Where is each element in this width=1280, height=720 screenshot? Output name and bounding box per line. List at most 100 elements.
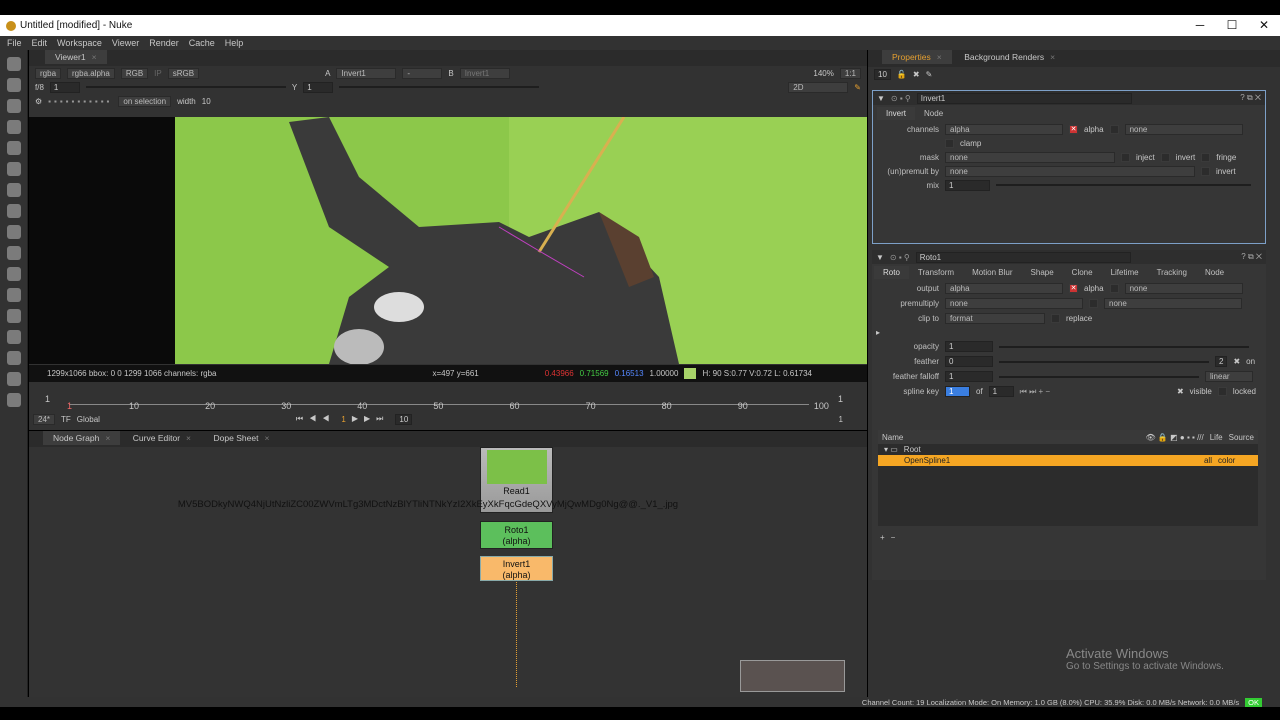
views-tool-icon[interactable] <box>6 267 21 281</box>
max-panels-field[interactable]: 10 <box>874 68 891 80</box>
gain-slider[interactable] <box>85 86 286 88</box>
gain-field[interactable]: 1 <box>49 81 80 93</box>
timeline-in[interactable]: 1 <box>45 394 50 404</box>
menu-workspace[interactable]: Workspace <box>57 36 102 50</box>
locked-checkbox[interactable] <box>1217 387 1227 396</box>
tab-dope-sheet[interactable]: Dope Sheet × <box>204 431 280 445</box>
image-tool-icon[interactable] <box>6 57 21 71</box>
close-icon[interactable]: × <box>92 52 97 62</box>
menu-edit[interactable]: Edit <box>32 36 48 50</box>
viewer-canvas[interactable] <box>29 116 867 365</box>
falloff-type-dropdown[interactable]: linear <box>1205 371 1253 382</box>
remove-shape-button[interactable]: − <box>891 533 896 542</box>
node-graph-canvas[interactable]: Read1 MV5BODkyNWQ4NjUtNzliZC00ZWVmLTg3MD… <box>29 447 867 697</box>
lock-icon[interactable]: 🔓 <box>897 70 907 79</box>
premult-dropdown[interactable]: none <box>945 165 1195 177</box>
collapse-icon[interactable]: ▼ <box>877 94 885 103</box>
minimize-button[interactable]: ─ <box>1184 15 1216 36</box>
list-item[interactable]: ▾ ▭ Root <box>878 444 1258 455</box>
mix-field[interactable]: 1 <box>945 179 990 191</box>
tab-motion-blur[interactable]: Motion Blur <box>963 266 1021 279</box>
menu-viewer[interactable]: Viewer <box>112 36 139 50</box>
tab-curve-editor[interactable]: Curve Editor × <box>123 431 201 445</box>
menu-cache[interactable]: Cache <box>189 36 215 50</box>
keyer-tool-icon[interactable] <box>6 183 21 197</box>
display-dropdown[interactable]: RGB <box>120 67 149 79</box>
roto-node[interactable]: Roto1 (alpha) <box>480 521 553 549</box>
inject-checkbox[interactable] <box>1121 152 1130 162</box>
view-mode-dropdown[interactable]: 2D <box>788 81 849 93</box>
input-a-dropdown[interactable]: Invert1 <box>336 67 397 79</box>
clear-panels-icon[interactable]: ✖ <box>913 70 920 79</box>
ratio-dropdown[interactable]: 1:1 <box>839 67 861 79</box>
tab-invert[interactable]: Invert <box>877 107 916 120</box>
feather-slider[interactable] <box>999 360 1209 363</box>
collapse-icon[interactable]: ▼ <box>876 253 884 262</box>
tab-tracking[interactable]: Tracking <box>1148 266 1196 279</box>
transport-forward-buttons[interactable]: ▶▶⏭ <box>352 414 390 424</box>
other-tool-icon[interactable] <box>6 330 21 344</box>
fringe-checkbox[interactable] <box>1201 152 1211 162</box>
clamp-checkbox[interactable] <box>945 138 954 148</box>
edit-icon[interactable]: ✎ <box>926 70 933 79</box>
current-frame-marker[interactable]: 1 <box>67 401 72 411</box>
node-name-field[interactable]: Roto1 <box>915 251 1131 263</box>
opacity-slider[interactable] <box>999 345 1249 348</box>
tab-clone[interactable]: Clone <box>1063 266 1102 279</box>
opacity-field[interactable]: 1 <box>945 341 993 352</box>
transform-tool-icon[interactable] <box>6 225 21 239</box>
maximize-button[interactable]: ☐ <box>1216 15 1248 36</box>
premult-invert-checkbox[interactable] <box>1201 166 1210 176</box>
settings-tool-icon[interactable] <box>6 393 21 407</box>
output-dropdown[interactable]: alpha <box>945 283 1063 294</box>
timeline-out[interactable]: 1 <box>838 394 843 404</box>
on-checkbox[interactable]: ✖ <box>1233 357 1240 366</box>
clip-to-dropdown[interactable]: format <box>945 313 1045 324</box>
panel-controls[interactable]: ? ⧉ ✕ <box>1241 252 1262 262</box>
alpha-checkbox[interactable]: ✕ <box>1069 124 1078 134</box>
filter-tool-icon[interactable] <box>6 162 21 176</box>
compare-op-dropdown[interactable]: - <box>402 67 443 79</box>
fstop-label[interactable]: f/8 <box>35 83 44 92</box>
channel-tool-icon[interactable] <box>6 120 21 134</box>
tab-lifetime[interactable]: Lifetime <box>1102 266 1148 279</box>
gamma-slider[interactable] <box>339 86 540 88</box>
selection-mode-dropdown[interactable]: on selection <box>118 95 172 107</box>
input-b-dropdown[interactable]: Invert1 <box>459 67 510 79</box>
tab-viewer1[interactable]: Viewer1 × <box>45 50 107 64</box>
menu-render[interactable]: Render <box>149 36 179 50</box>
toolsets-icon[interactable] <box>6 309 21 323</box>
color-tool-icon[interactable] <box>6 141 21 155</box>
frame-field[interactable]: 1 <box>341 415 345 424</box>
tab-node[interactable]: Node <box>1196 266 1233 279</box>
menu-help[interactable]: Help <box>225 36 244 50</box>
gamma-field[interactable]: 1 <box>303 81 334 93</box>
transport-back-buttons[interactable]: ⏮◀◀ <box>296 414 335 424</box>
feather-falloff-field[interactable]: 1 <box>945 371 993 382</box>
navigator-minimap[interactable] <box>740 660 845 692</box>
menu-file[interactable]: File <box>7 36 22 50</box>
falloff-slider[interactable] <box>999 375 1199 378</box>
channels-dropdown[interactable]: alpha <box>945 123 1063 135</box>
channel-none-dropdown[interactable]: none <box>1124 123 1243 135</box>
expand-triangle-icon[interactable]: ▸ <box>876 328 880 337</box>
channel-select-dropdown[interactable]: rgba.alpha <box>67 67 115 79</box>
metadata-tool-icon[interactable] <box>6 288 21 302</box>
3d-tool-icon[interactable] <box>6 246 21 260</box>
tf-dropdown[interactable]: TF <box>61 415 71 424</box>
tab-background-renders[interactable]: Background Renders × <box>954 50 1065 64</box>
ip-button[interactable]: IP <box>154 69 162 78</box>
tab-transform[interactable]: Transform <box>909 266 963 279</box>
panel-controls[interactable]: ? ⧉ ✕ <box>1240 93 1261 103</box>
mix-slider[interactable] <box>996 184 1251 186</box>
mask-dropdown[interactable]: none <box>945 151 1115 163</box>
furnace-tool-icon[interactable] <box>6 351 21 365</box>
premultiply-dropdown[interactable]: none <box>945 298 1083 309</box>
node-icons[interactable]: ⊙ ▪ ⚲ <box>891 94 911 103</box>
particles-tool-icon[interactable] <box>6 372 21 386</box>
time-tool-icon[interactable] <box>6 99 21 113</box>
range-dropdown[interactable]: Global <box>77 415 100 424</box>
lut-dropdown[interactable]: sRGB <box>167 67 200 79</box>
merge-tool-icon[interactable] <box>6 204 21 218</box>
key-nav-buttons[interactable]: ⏮ ⏭ + − <box>1020 387 1050 397</box>
